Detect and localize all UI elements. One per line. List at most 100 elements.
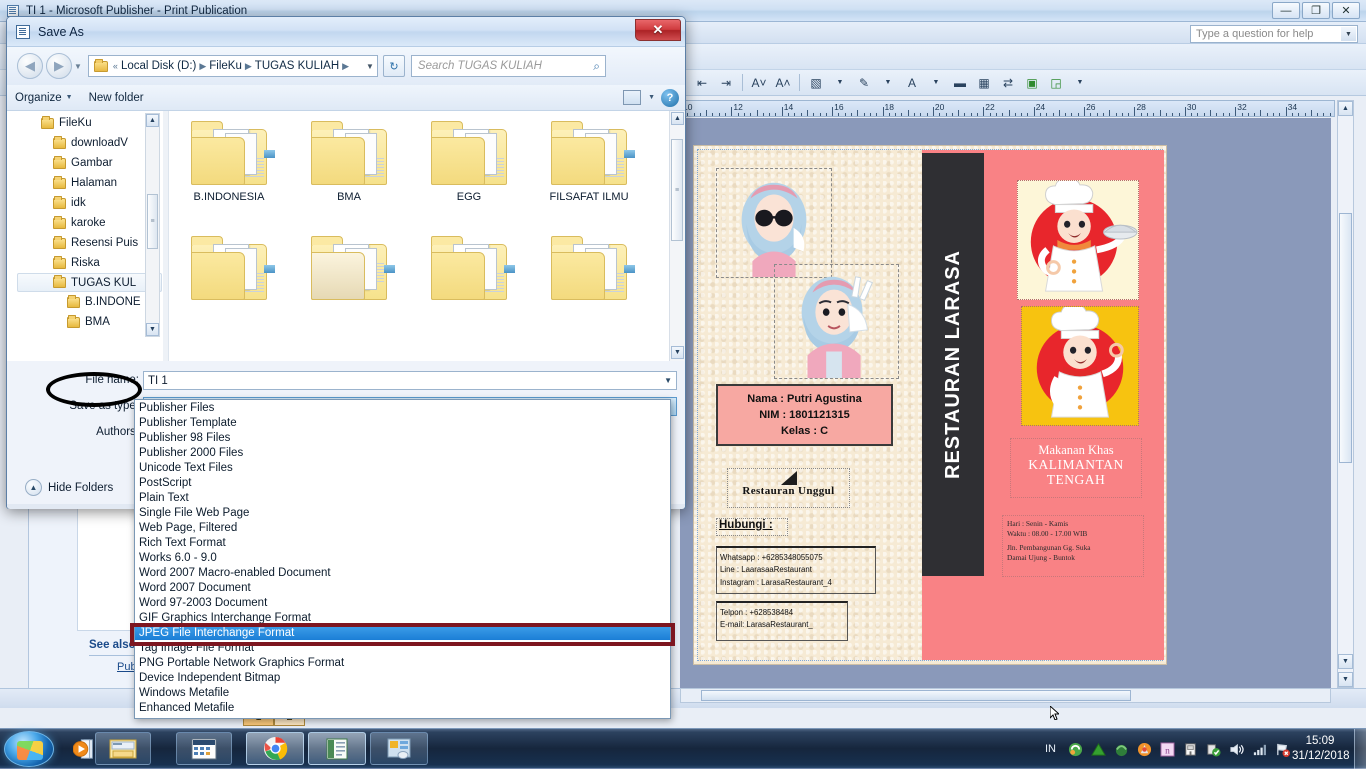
taskbar-calculator[interactable] <box>176 732 232 765</box>
nvidia-icon[interactable] <box>1113 741 1129 757</box>
file-list[interactable]: B.INDONESIA W BMA W <box>168 111 685 361</box>
taskbar-microsoft-publisher[interactable] <box>308 732 366 765</box>
hubungi-heading[interactable]: Hubungi : <box>716 518 788 536</box>
font-color-icon[interactable]: A <box>901 72 923 94</box>
chevron-down-icon[interactable]: ▼ <box>648 94 655 101</box>
file-item-bma[interactable]: W BMA <box>289 111 409 226</box>
horizontal-scrollbar-thumb[interactable] <box>701 690 1131 701</box>
file-scroll-down-button[interactable]: ▼ <box>671 346 684 359</box>
contact-block-phone[interactable]: Telpon : +628538484 E-mail: LarasaRestau… <box>716 601 848 641</box>
file-item-filsafat-ilmu[interactable]: FILSAFAT ILMU <box>529 111 649 226</box>
dropdown-option-dib[interactable]: Device Independent Bitmap <box>135 670 670 685</box>
chef-image-2[interactable] <box>1021 303 1139 426</box>
dropdown-option-plain-text[interactable]: Plain Text <box>135 490 670 505</box>
chevron-down-icon[interactable]: ▼ <box>664 376 672 385</box>
minimize-button[interactable]: — <box>1272 2 1300 19</box>
dropdown-option-unicode-text-files[interactable]: Unicode Text Files <box>135 460 670 475</box>
help-question-box[interactable]: Type a question for help ▼ <box>1190 25 1358 43</box>
search-icon[interactable]: ⌕ <box>593 59 600 74</box>
fill-color-chevron-icon[interactable]: ▼ <box>829 72 851 94</box>
file-item-b-indonesia[interactable]: B.INDONESIA <box>169 111 289 226</box>
dropdown-option-publisher-98-files[interactable]: Publisher 98 Files <box>135 430 670 445</box>
hijab-peace-sign-image[interactable] <box>774 264 899 379</box>
vertical-scrollbar[interactable]: ▲ ▼ ▼ <box>1337 100 1354 688</box>
breadcrumb-separator-icon[interactable]: ▶ <box>198 61 207 72</box>
file-item-8[interactable] <box>529 226 649 341</box>
breadcrumb-tugas-kuliah[interactable]: TUGAS KULIAH <box>253 60 341 72</box>
dropdown-option-word-2007-macro[interactable]: Word 2007 Macro-enabled Document <box>135 565 670 580</box>
new-folder-button[interactable]: New folder <box>81 92 152 104</box>
decrease-indent-icon[interactable]: ⇤ <box>691 72 713 94</box>
safely-remove-icon[interactable] <box>1205 741 1221 757</box>
view-layout-icon[interactable] <box>623 90 641 105</box>
dropdown-option-single-file-web-page[interactable]: Single File Web Page <box>135 505 670 520</box>
dash-style-icon[interactable]: ▦ <box>973 72 995 94</box>
dropdown-option-publisher-files[interactable]: Publisher Files <box>135 400 670 415</box>
chevron-down-icon[interactable]: ▼ <box>366 62 374 71</box>
tree-item-riska[interactable]: Riska <box>17 253 162 273</box>
avast-icon[interactable] <box>1136 741 1152 757</box>
horizontal-ruler[interactable]: 1012141618202224262830323436 <box>680 100 1335 117</box>
dropdown-option-png[interactable]: PNG Portable Network Graphics Format <box>135 655 670 670</box>
increase-indent-icon[interactable]: ⇥ <box>715 72 737 94</box>
arrow-style-icon[interactable]: ⇄ <box>997 72 1019 94</box>
taskbar-control-panel[interactable] <box>370 732 428 765</box>
dropdown-option-windows-metafile[interactable]: Windows Metafile <box>135 685 670 700</box>
breadcrumb-fileku[interactable]: FileKu <box>207 60 244 72</box>
line-color-icon[interactable]: ✎ <box>853 72 875 94</box>
pane-splitter[interactable] <box>163 111 168 361</box>
restore-button[interactable]: ❐ <box>1302 2 1330 19</box>
poster-panel[interactable]: RESTAURAN LARASA Makanan Khas KALIMANTAN… <box>922 150 1164 660</box>
chevron-down-icon[interactable]: ▼ <box>1341 27 1356 41</box>
file-item-egg[interactable]: W EGG <box>409 111 529 226</box>
tree-item-downloadv[interactable]: downloadV <box>17 133 162 153</box>
show-desktop-button[interactable] <box>1354 729 1366 769</box>
action-center-flag-icon[interactable] <box>1274 741 1290 757</box>
organize-button[interactable]: Organize ▼ <box>7 92 81 104</box>
close-button[interactable]: ✕ <box>1332 2 1360 19</box>
folder-tree[interactable]: FileKu downloadV Gambar Halaman idk karo… <box>17 113 162 358</box>
dropdown-option-web-page-filtered[interactable]: Web Page, Filtered <box>135 520 670 535</box>
dialog-close-button[interactable]: ✕ <box>635 19 681 41</box>
contact-block-social[interactable]: Whatsapp : +6285348055075 Line : Laarasa… <box>716 546 876 594</box>
dropdown-option-publisher-2000-files[interactable]: Publisher 2000 Files <box>135 445 670 460</box>
tree-scroll-up-button[interactable]: ▲ <box>146 114 159 127</box>
breadcrumb-separator-icon[interactable]: ▶ <box>244 61 253 72</box>
address-bar[interactable]: « Local Disk (D:) ▶ FileKu ▶ TUGAS KULIA… <box>87 55 378 77</box>
poster-tagline[interactable]: Makanan Khas KALIMANTAN TENGAH <box>1010 438 1142 498</box>
network-signal-icon[interactable] <box>1251 741 1267 757</box>
font-color-chevron-icon[interactable]: ▼ <box>925 72 947 94</box>
dropdown-option-tiff[interactable]: Tag Image File Format <box>135 640 670 655</box>
file-name-input[interactable]: TI 1 ▼ <box>143 371 677 390</box>
file-list-scrollbar[interactable]: ▲ ≡ ▼ <box>669 111 685 361</box>
tree-item-idk[interactable]: idk <box>17 193 162 213</box>
file-item-6[interactable] <box>289 226 409 341</box>
triangle-green-icon[interactable] <box>1090 741 1106 757</box>
tree-scrollbar[interactable]: ▲ ≡ ▼ <box>145 113 160 337</box>
restaurant-logo-block[interactable]: Restauran Unggul <box>727 468 850 508</box>
search-input[interactable]: Search TUGAS KULIAH ⌕ <box>410 55 606 77</box>
increase-font-size-icon[interactable]: A˄ <box>772 72 794 94</box>
3d-style-icon[interactable]: ◲ <box>1045 72 1067 94</box>
dropdown-option-publisher-template[interactable]: Publisher Template <box>135 415 670 430</box>
dropdown-option-gif[interactable]: GIF Graphics Interchange Format <box>135 610 670 625</box>
forward-arrow-icon[interactable]: ▶ <box>46 53 72 79</box>
address-overflow-chevrons[interactable]: « <box>112 61 119 71</box>
dropdown-option-works[interactable]: Works 6.0 - 9.0 <box>135 550 670 565</box>
dropdown-option-jpeg[interactable]: JPEG File Interchange Format <box>135 625 670 640</box>
decrease-font-size-icon[interactable]: A˅ <box>748 72 770 94</box>
breadcrumb-separator-icon[interactable]: ▶ <box>341 61 350 72</box>
dropdown-option-word-2007-document[interactable]: Word 2007 Document <box>135 580 670 595</box>
usb-device-icon[interactable] <box>1182 741 1198 757</box>
tree-item-tugas-kuliah[interactable]: TUGAS KUL <box>17 273 162 292</box>
fill-color-icon[interactable]: ▧ <box>805 72 827 94</box>
line-color-chevron-icon[interactable]: ▼ <box>877 72 899 94</box>
back-arrow-icon[interactable]: ◀ <box>17 53 43 79</box>
help-icon[interactable]: ? <box>661 89 679 107</box>
dropdown-option-enhanced-metafile[interactable]: Enhanced Metafile <box>135 700 670 715</box>
tree-item-b-indonesia[interactable]: B.INDONE <box>17 292 162 312</box>
shadow-style-icon[interactable]: ▣ <box>1021 72 1043 94</box>
toolbar-overflow-icon[interactable]: ▼ <box>1069 72 1091 94</box>
tree-item-karoke[interactable]: karoke <box>17 213 162 233</box>
tree-item-fileku[interactable]: FileKu <box>17 113 162 133</box>
